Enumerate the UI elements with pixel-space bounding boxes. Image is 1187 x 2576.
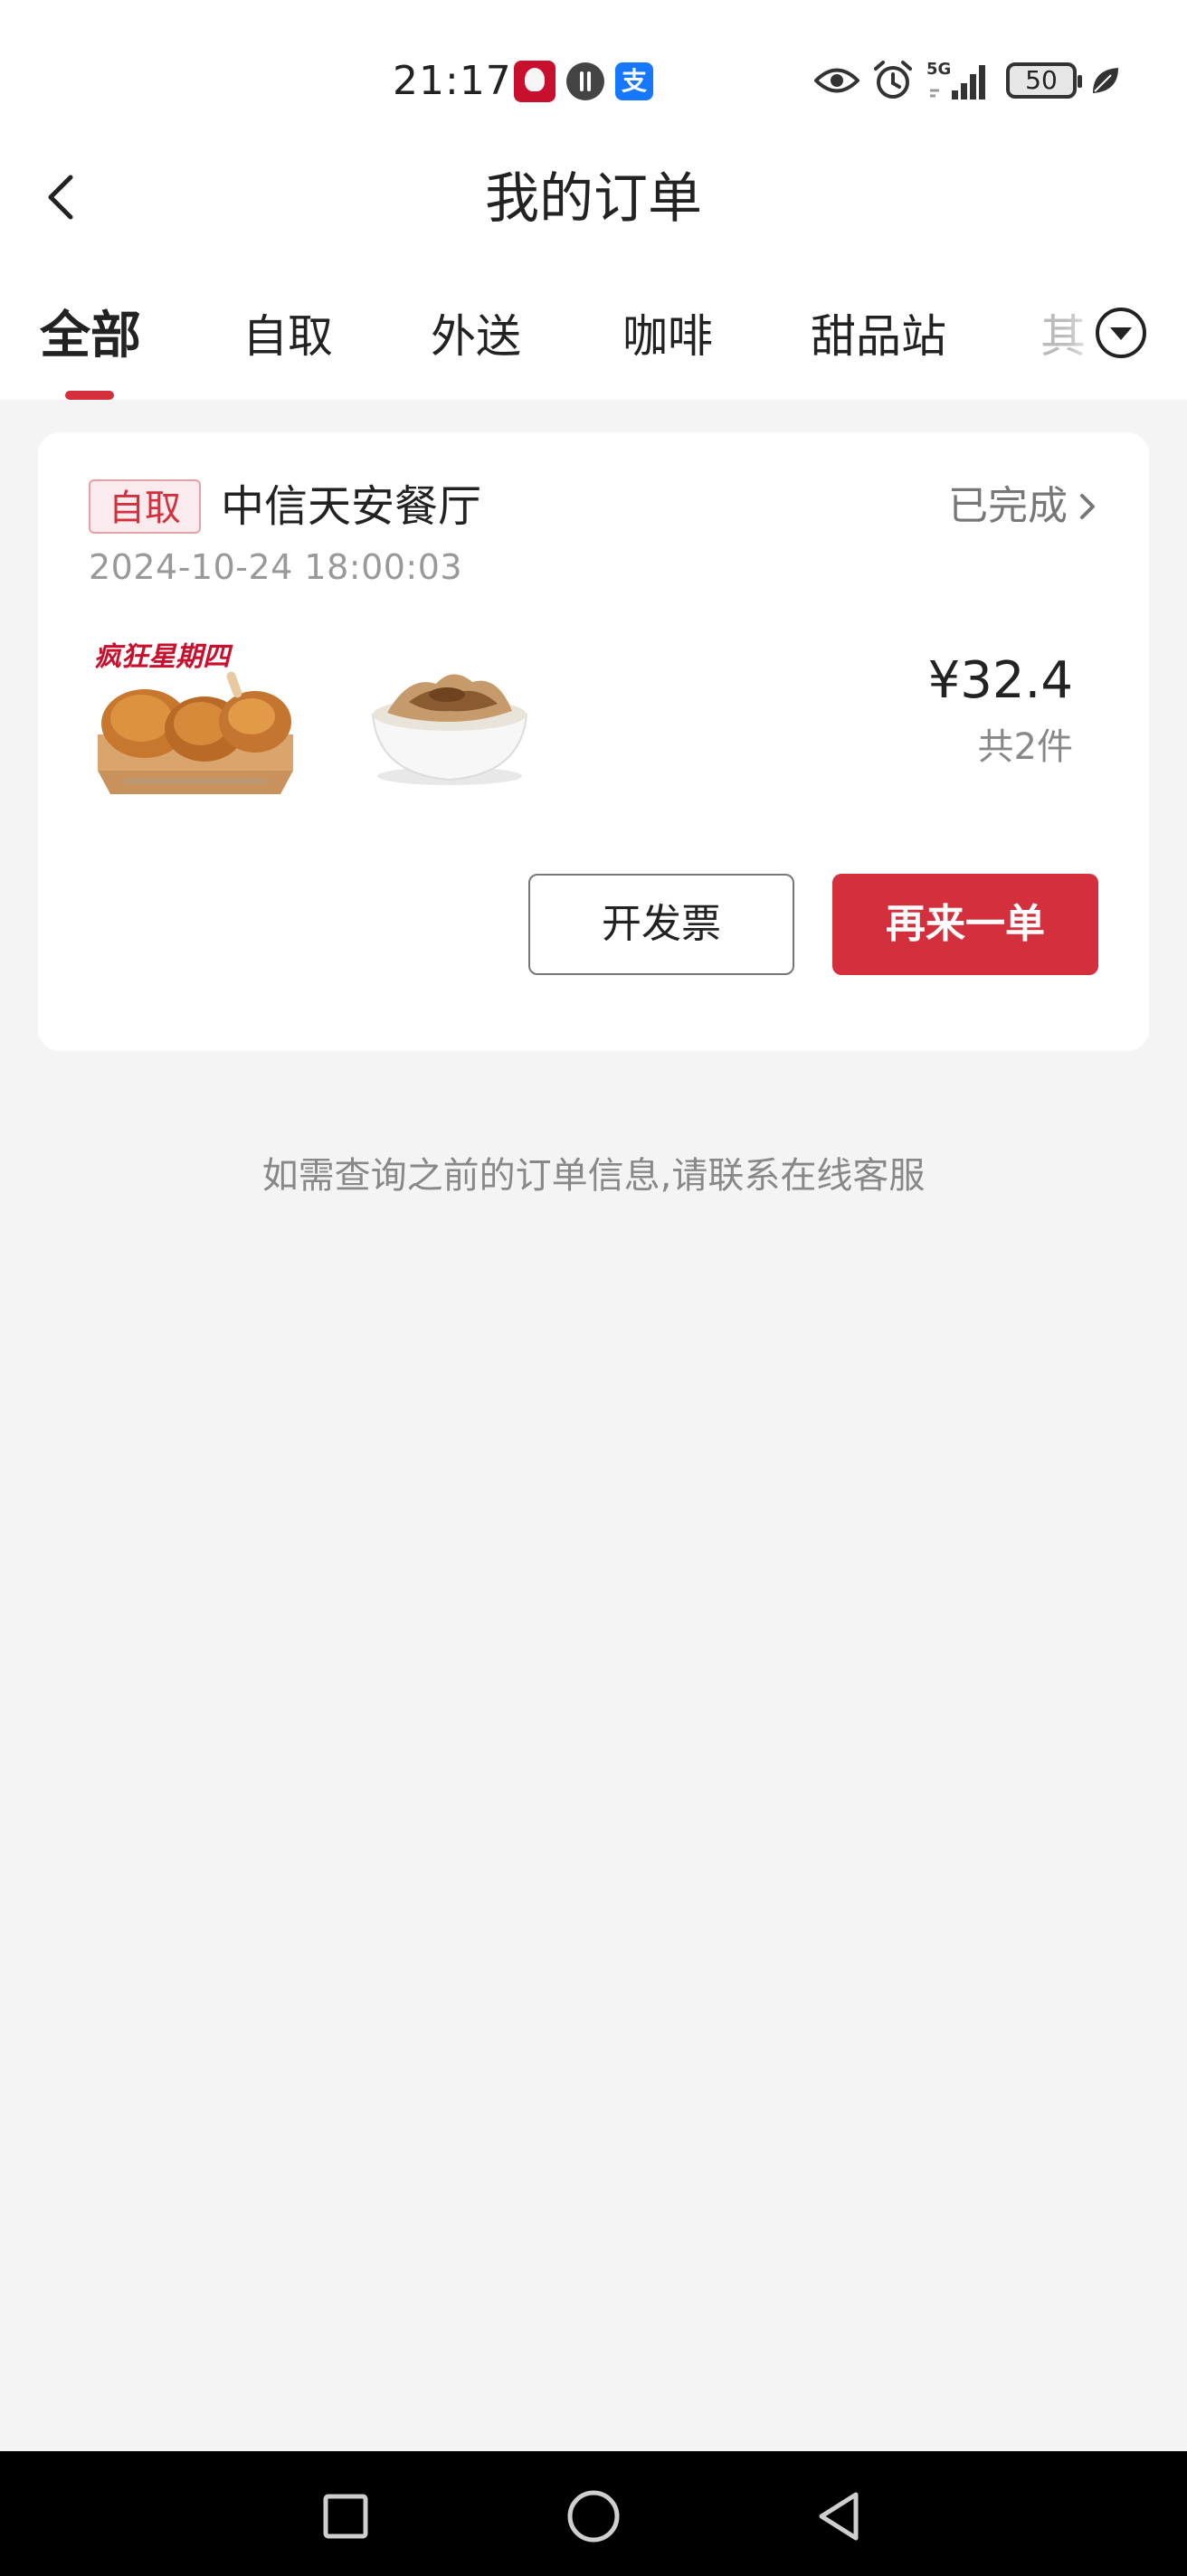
order-status-label: 已完成 (948, 483, 1068, 529)
tab-coffee[interactable]: 咖啡 (622, 300, 713, 373)
alarm-icon (874, 61, 912, 99)
reorder-button[interactable]: 再来一单 (832, 874, 1098, 975)
order-price: ¥32.4 (927, 651, 1073, 710)
back-nav-icon[interactable] (811, 2487, 869, 2545)
leaf-icon (1093, 68, 1118, 93)
chevron-right-icon (1080, 494, 1095, 519)
page-title: 我的订单 (485, 167, 702, 231)
signal-icon: 5G (926, 60, 985, 99)
contact-service-note: 如需查询之前的订单信息,请联系在线客服 (261, 1155, 926, 1197)
mashed-potato-product-image (371, 674, 528, 785)
order-type-badge: 自取 (89, 479, 201, 534)
fried-chicken-product-image: 疯狂星期四 (89, 635, 302, 794)
expand-tabs-icon[interactable] (1094, 306, 1148, 360)
tab-delivery[interactable]: 外送 (431, 300, 521, 373)
status-time: 21:17 (393, 58, 512, 104)
system-nav-bar (0, 2451, 1187, 2576)
battery-icon: 50 (1006, 62, 1082, 99)
alipay-icon: 支 (615, 62, 653, 100)
invoice-button[interactable]: 开发票 (528, 874, 794, 975)
circle-app-icon (566, 62, 604, 100)
order-status-link[interactable]: 已完成 (948, 478, 1100, 535)
eye-icon (814, 68, 859, 93)
system-icons: 5G 50 (814, 56, 1122, 105)
page-header: 我的订单 (0, 145, 1187, 289)
network-label: 5G (926, 60, 951, 79)
tab-pickup[interactable]: 自取 (242, 300, 333, 373)
order-type-tabs: 全部 自取 外送 咖啡 甜品站 其 (0, 289, 1187, 400)
item-count: 共2件 (977, 726, 1073, 768)
status-bar: 21:17 支 5G 50 (0, 0, 1187, 145)
product-image-caption: 疯狂星期四 (94, 641, 233, 673)
notification-icons: 支 (514, 60, 653, 103)
order-time: 2024-10-24 18:00:03 (89, 547, 463, 587)
kfc-app-icon (514, 61, 556, 102)
tab-dessert[interactable]: 甜品站 (811, 300, 946, 373)
order-card[interactable]: 自取 中信天安餐厅 已完成 2024-10-24 18:00:03 疯狂星期四 … (38, 432, 1149, 1051)
store-name: 中信天安餐厅 (221, 481, 482, 532)
recent-apps-icon[interactable] (317, 2487, 375, 2545)
active-tab-indicator (65, 391, 114, 400)
home-icon[interactable] (565, 2487, 622, 2545)
tab-all[interactable]: 全部 (40, 300, 141, 373)
